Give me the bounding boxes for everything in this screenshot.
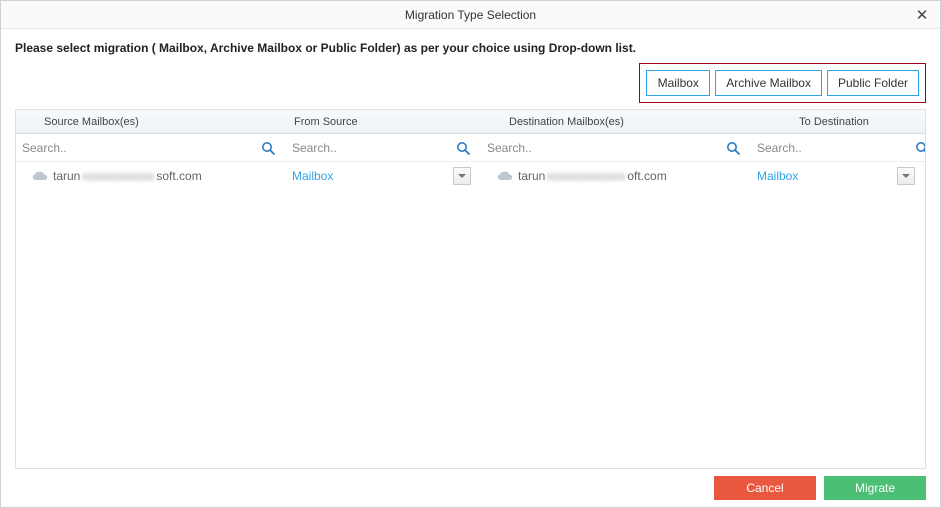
source-mailbox-value: tarunxxxxxxxxxxxxsoft.com [53,169,202,183]
instructions-text: Please select migration ( Mailbox, Archi… [15,41,926,55]
cloud-icon [497,170,513,182]
close-icon[interactable]: ✕ [910,3,934,27]
dest-mailbox-value: tarunxxxxxxxxxxxxxoft.com [518,169,667,183]
type-button-group: Mailbox Archive Mailbox Public Folder [639,63,926,103]
col-header-dest-mailbox: Destination Mailbox(es) [481,110,751,133]
search-icon [725,140,741,156]
cell-from-source[interactable]: Mailbox [286,162,481,190]
mailbox-type-button[interactable]: Mailbox [646,70,710,96]
search-cell-source-mailbox [16,134,286,161]
search-icon [914,140,926,156]
mailbox-table: Source Mailbox(es) From Source Destinati… [15,109,926,469]
search-input-to-destination[interactable] [755,138,914,158]
archive-mailbox-type-button[interactable]: Archive Mailbox [715,70,822,96]
cell-source-mailbox: tarunxxxxxxxxxxxxsoft.com [16,162,286,190]
dialog-footer: Cancel Migrate [1,469,940,507]
table-header: Source Mailbox(es) From Source Destinati… [16,110,925,134]
to-destination-dropdown[interactable] [897,167,915,185]
cloud-icon [32,170,48,182]
from-source-dropdown[interactable] [453,167,471,185]
chevron-down-icon [458,174,466,179]
search-icon [260,140,276,156]
col-header-from-source: From Source [286,110,481,133]
cell-dest-mailbox: tarunxxxxxxxxxxxxxoft.com [481,162,751,190]
titlebar: Migration Type Selection ✕ [1,1,940,29]
table-row: tarunxxxxxxxxxxxxsoft.com Mailbox tarunx… [16,162,925,190]
search-cell-dest-mailbox [481,134,751,161]
chevron-down-icon [902,174,910,179]
search-cell-from-source [286,134,481,161]
col-header-to-destination: To Destination [751,110,925,133]
search-row [16,134,925,162]
from-source-value: Mailbox [292,169,333,183]
search-input-from-source[interactable] [290,138,455,158]
migrate-button[interactable]: Migrate [824,476,926,500]
table-body: tarunxxxxxxxxxxxxsoft.com Mailbox tarunx… [16,162,925,468]
search-icon [455,140,471,156]
to-destination-value: Mailbox [757,169,798,183]
type-selection-row: Mailbox Archive Mailbox Public Folder [15,63,926,103]
window-title: Migration Type Selection [405,8,536,22]
public-folder-type-button[interactable]: Public Folder [827,70,919,96]
cancel-button[interactable]: Cancel [714,476,816,500]
col-header-source-mailbox: Source Mailbox(es) [16,110,286,133]
cell-to-destination[interactable]: Mailbox [751,162,925,190]
migration-dialog: Migration Type Selection ✕ Please select… [0,0,941,508]
search-cell-to-destination [751,134,926,161]
content-area: Please select migration ( Mailbox, Archi… [1,29,940,469]
search-input-source-mailbox[interactable] [20,138,260,158]
search-input-dest-mailbox[interactable] [485,138,725,158]
